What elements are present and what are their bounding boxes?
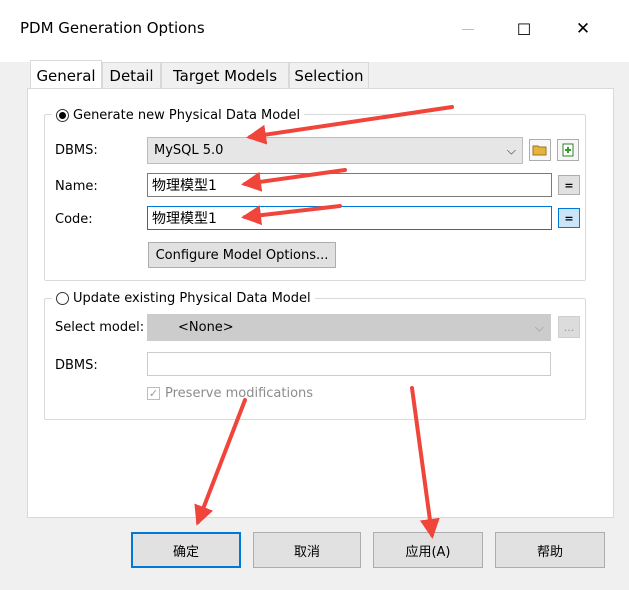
annotation-arrows [194, 105, 454, 539]
annotation-arrow-code [241, 204, 342, 226]
annotation-arrow-dbms [246, 105, 454, 145]
annotation-arrow-ok [194, 398, 247, 526]
annotation-arrow-name [241, 168, 347, 192]
annotation-arrow-apply [410, 386, 440, 539]
